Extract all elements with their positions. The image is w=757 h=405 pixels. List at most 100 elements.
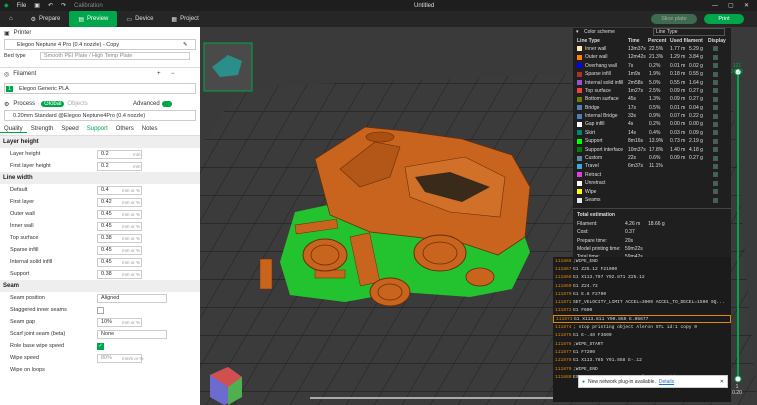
scarf-select[interactable]: None <box>97 329 167 339</box>
filament-item[interactable]: 1 Elegoo Generic PLA <box>4 83 196 94</box>
gcode-line[interactable]: 111874; stop printing object Aleron STL … <box>553 323 731 331</box>
legend-display-checkbox[interactable] <box>713 130 718 136</box>
gcode-line-text: G1 F600 <box>573 308 593 314</box>
title-bar: ◆ File ▣ ↶ ↷ Calibration Untitled — ▢ ✕ <box>0 0 757 11</box>
gcode-line[interactable]: 111870 G1 E.8 F2700 <box>553 290 731 298</box>
legend-percent: 0.5% <box>649 104 661 111</box>
gcode-line[interactable]: 111869 G1 Z24.72 <box>553 282 731 290</box>
gcode-line[interactable]: 111873 G1 X113.811 Y90.859 E.05677 <box>553 315 731 324</box>
gcode-line[interactable]: 111866 ;WIPE_END <box>553 257 731 265</box>
tab-preview[interactable]: ▤ Preview <box>69 11 118 27</box>
gcode-line[interactable]: 111878 G1 X113.785 Y91.858 E-.12 <box>553 357 731 365</box>
gcode-line[interactable]: 111876 ;WIPE_START <box>553 340 731 348</box>
gcode-line-number: 111874 <box>555 325 572 331</box>
calibration-menu[interactable]: Calibration <box>70 3 107 9</box>
legend-display-checkbox[interactable] <box>713 172 718 178</box>
subtab-speed[interactable]: Speed <box>57 126 82 132</box>
legend-percent: 0.2% <box>649 121 661 128</box>
legend-display-checkbox[interactable] <box>713 54 718 60</box>
seam-gap-label: Seam gap <box>10 319 36 325</box>
gcode-line[interactable]: 111867 G1 Z25.12 F21000 <box>553 265 731 273</box>
minimize-icon[interactable]: — <box>708 3 722 9</box>
line-width-label: Internal solid infill <box>10 259 53 265</box>
legend-length: 0.01 m <box>670 62 686 69</box>
tab-prepare[interactable]: ⚙ Prepare <box>22 11 70 27</box>
legend-swatch <box>577 96 582 102</box>
notification-close-icon[interactable]: ✕ <box>720 379 724 385</box>
legend-display-checkbox[interactable] <box>713 155 718 161</box>
global-toggle[interactable]: Global <box>41 101 65 107</box>
notification-details-link[interactable]: Details <box>659 379 674 385</box>
gcode-line-text: ;WIPE_END <box>573 366 598 372</box>
gcode-line-text: G1 E.8 F2700 <box>573 291 607 297</box>
legend-display-checkbox[interactable] <box>713 138 718 144</box>
line-width-unit: mm or % <box>122 235 140 241</box>
role-wipe-checkbox[interactable]: ✓ <box>97 342 104 350</box>
gcode-line[interactable]: 111879 ;WIPE_END <box>553 365 731 373</box>
total-header: Total estimation <box>577 212 615 219</box>
close-icon[interactable]: ✕ <box>740 2 753 9</box>
legend-line-type: Travel <box>585 163 599 170</box>
gcode-line[interactable]: 111868 G1 X113.797 Y92.871 Z25.12 <box>553 274 731 282</box>
legend-display-checkbox[interactable] <box>713 96 718 102</box>
printer-select[interactable]: Elegoo Neptune 4 Pro (0.4 nozzle) - Copy… <box>4 39 196 50</box>
legend-display-checkbox[interactable] <box>713 46 718 52</box>
legend-display-checkbox[interactable] <box>713 189 718 195</box>
objects-toggle[interactable]: Objects <box>64 101 90 107</box>
save-icon[interactable]: ▣ <box>30 2 44 9</box>
color-scheme-select[interactable]: Line Type <box>653 28 725 37</box>
legend-display-checkbox[interactable] <box>713 180 718 186</box>
legend-percent: 5.0% <box>649 79 661 86</box>
legend-display-checkbox[interactable] <box>713 80 718 86</box>
add-filament-icon[interactable]: + <box>157 71 161 77</box>
advanced-switch[interactable] <box>162 101 172 107</box>
legend-row: Seams <box>573 196 731 204</box>
process-profile-select[interactable]: 0.20mm Standard @Elegoo Neptune4Pro (0.4… <box>4 110 196 121</box>
legend-weight: 0.27 g <box>689 87 703 94</box>
legend-line-type: Top surface <box>585 87 611 94</box>
layer-slider-bottom-thumb[interactable] <box>734 375 742 383</box>
menu-file[interactable]: File <box>13 3 31 9</box>
staggered-checkbox[interactable] <box>97 306 104 314</box>
legend-display-checkbox[interactable] <box>713 105 718 111</box>
legend-display-checkbox[interactable] <box>713 163 718 169</box>
gcode-line[interactable]: 111875 G1 E-.48 F3600 <box>553 332 731 340</box>
legend-time: 33s <box>628 113 637 120</box>
seam-gap-unit: mm or % <box>122 319 140 325</box>
tab-project[interactable]: ▦ Project <box>162 11 207 27</box>
total-header-row: Total estimation <box>573 211 731 219</box>
gcode-line[interactable]: 111872 G1 F600 <box>553 307 731 315</box>
subtab-quality[interactable]: Quality <box>0 126 27 133</box>
subtab-notes[interactable]: Notes <box>138 126 162 132</box>
slice-plate-button[interactable]: Slice plate <box>651 14 697 24</box>
redo-icon[interactable]: ↷ <box>57 2 70 9</box>
undo-icon[interactable]: ↶ <box>44 2 57 9</box>
legend-display-checkbox[interactable] <box>713 147 718 153</box>
seam-position-label: Seam position <box>10 295 45 301</box>
tab-home[interactable]: ⌂ <box>0 11 22 27</box>
bed-type-select[interactable]: Smooth PEI Plate / High Temp Plate <box>40 52 190 60</box>
maximize-icon[interactable]: ▢ <box>724 2 738 9</box>
legend-length: 1.29 m <box>670 54 686 61</box>
collapse-icon[interactable]: ▾ <box>576 29 579 35</box>
legend-display-checkbox[interactable] <box>713 71 718 77</box>
legend-row: Unretract <box>573 179 731 187</box>
gcode-line[interactable]: 111871 SET_VELOCITY_LIMIT ACCEL=3000 ACCE… <box>553 298 731 306</box>
subtab-support[interactable]: Support <box>83 126 112 132</box>
legend-display-checkbox[interactable] <box>713 121 718 127</box>
subtab-others[interactable]: Others <box>112 126 138 132</box>
gcode-line[interactable]: 111877 G1 F7200 <box>553 348 731 356</box>
tab-device[interactable]: ▭ Device <box>117 11 162 27</box>
legend-display-checkbox[interactable] <box>713 113 718 119</box>
legend-display-checkbox[interactable] <box>713 63 718 69</box>
legend-display-checkbox[interactable] <box>713 88 718 94</box>
seam-position-select[interactable]: Aligned <box>97 293 167 303</box>
layer-slider-track[interactable] <box>737 73 739 379</box>
seam-group: Seam <box>0 280 200 292</box>
remove-filament-icon[interactable]: − <box>171 71 175 77</box>
legend-display-checkbox[interactable] <box>713 197 718 203</box>
printer-edit-icon[interactable]: ✎ <box>183 42 188 48</box>
subtab-strength[interactable]: Strength <box>27 126 58 132</box>
legend-weight: 0.27 g <box>689 96 703 103</box>
print-button[interactable]: Print <box>704 14 744 24</box>
